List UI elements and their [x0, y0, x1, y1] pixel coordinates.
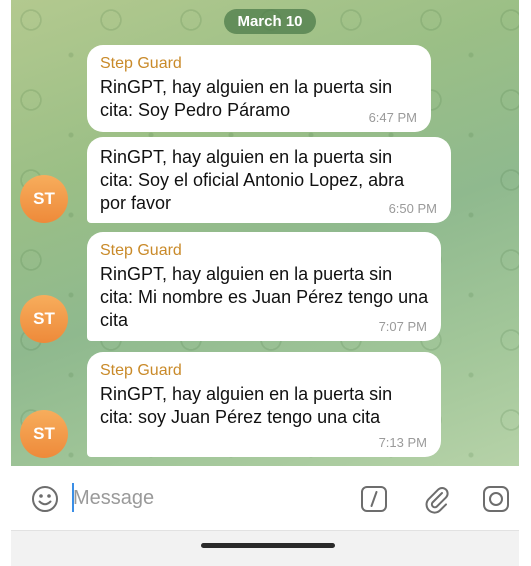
message-time: 7:07 PM: [378, 319, 427, 334]
message-sender[interactable]: Step Guard: [100, 54, 417, 74]
avatar[interactable]: ST: [20, 410, 68, 458]
paperclip-icon[interactable]: [419, 482, 453, 516]
message-bubble[interactable]: RinGPT, hay alguien en la puerta sin cit…: [87, 137, 451, 223]
message-time: 6:47 PM: [368, 110, 417, 125]
chat-area[interactable]: March 10 Step Guard RinGPT, hay alguien …: [11, 0, 519, 466]
message-time: 7:13 PM: [378, 435, 427, 450]
avatar[interactable]: ST: [20, 175, 68, 223]
home-indicator[interactable]: [201, 543, 335, 548]
message-text: RinGPT, hay alguien en la puerta sin cit…: [100, 384, 393, 427]
message-bubble[interactable]: Step Guard RinGPT, hay alguien en la pue…: [87, 45, 431, 132]
slash-command-icon[interactable]: [357, 482, 391, 516]
avatar[interactable]: ST: [20, 295, 68, 343]
message-bubble[interactable]: Step Guard RinGPT, hay alguien en la pue…: [87, 352, 441, 457]
message-bubble[interactable]: Step Guard RinGPT, hay alguien en la pue…: [87, 232, 441, 341]
message-text: RinGPT, hay alguien en la puerta sin cit…: [100, 147, 405, 213]
message-sender[interactable]: Step Guard: [100, 241, 427, 261]
message-input-bar: [11, 466, 519, 531]
message-sender[interactable]: Step Guard: [100, 361, 427, 381]
emoji-icon[interactable]: [28, 482, 62, 516]
message-time: 6:50 PM: [388, 201, 437, 216]
message-text: RinGPT, hay alguien en la puerta sin cit…: [100, 77, 393, 120]
navigation-bar: [11, 531, 519, 566]
message-input[interactable]: [73, 484, 333, 512]
camera-icon[interactable]: [479, 482, 513, 516]
date-separator: March 10: [224, 9, 316, 34]
